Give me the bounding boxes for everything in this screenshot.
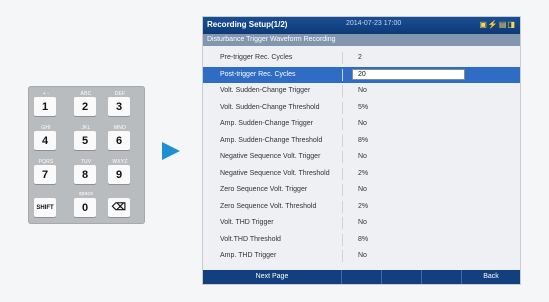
- column-divider: [342, 200, 343, 213]
- title-bar: Recording Setup(1/2) 2014-07-23 17:00 ▣⚡…: [203, 17, 520, 34]
- setting-row[interactable]: Volt.THD Threshold 8%: [203, 232, 520, 249]
- column-divider: [342, 85, 343, 97]
- column-divider: [342, 250, 343, 262]
- setting-row[interactable]: Amp. THD Trigger No: [203, 248, 520, 265]
- device-screen: Recording Setup(1/2) 2014-07-23 17:00 ▣⚡…: [203, 17, 520, 284]
- stage: + - ABC DEF 1 2 3 GHI JKL MNO 4 5 6 PQRS…: [0, 0, 549, 302]
- key-8[interactable]: 8: [74, 165, 96, 184]
- setting-row[interactable]: Amp. Sudden-Change Threshold 8%: [203, 133, 520, 150]
- softkey-blank-2[interactable]: [382, 270, 422, 284]
- setting-label: Amp. Sudden-Change Threshold: [220, 136, 323, 144]
- column-divider: [342, 118, 343, 130]
- softkey-blank-3[interactable]: [422, 270, 462, 284]
- setting-value: 8%: [358, 235, 369, 243]
- setting-label: Amp. THD Trigger: [220, 252, 277, 259]
- setting-label: Volt. THD Trigger: [220, 219, 274, 226]
- column-divider: [342, 233, 343, 246]
- column-divider: [342, 101, 343, 114]
- setting-label: Negative Sequence Volt. Threshold: [220, 169, 330, 177]
- status-icons: ▣⚡▤◨: [479, 20, 516, 29]
- column-divider: [342, 167, 343, 180]
- edit-value: 20: [358, 70, 366, 78]
- setting-label: Volt. Sudden-Change Threshold: [220, 103, 320, 111]
- softkey-bar: Next Page Back: [203, 270, 520, 284]
- setting-row[interactable]: Zero Sequence Volt. Trigger No: [203, 182, 520, 199]
- key-9[interactable]: 9: [108, 165, 130, 184]
- shift-key[interactable]: SHIFT: [34, 198, 56, 217]
- setting-value: 2%: [358, 169, 369, 177]
- column-divider: [342, 68, 343, 81]
- key-0[interactable]: 0: [74, 198, 96, 217]
- setting-value: 2: [358, 54, 362, 61]
- softkey-blank-1[interactable]: [342, 270, 382, 284]
- setting-value: 8%: [358, 136, 369, 144]
- column-divider: [342, 52, 343, 64]
- setting-value: No: [358, 87, 367, 94]
- column-divider: [342, 184, 343, 196]
- setting-value: No: [358, 252, 367, 259]
- key-3[interactable]: 3: [108, 97, 130, 116]
- setting-value: No: [358, 153, 367, 160]
- key-1[interactable]: 1: [34, 97, 56, 116]
- next-page-button[interactable]: Next Page: [203, 270, 342, 284]
- clock: 2014-07-23 17:00: [346, 20, 402, 27]
- setting-row-selected[interactable]: Post-trigger Rec. Cycles 20: [203, 66, 520, 83]
- backspace-key[interactable]: ⌫: [108, 198, 130, 217]
- column-divider: [342, 151, 343, 163]
- column-divider: [342, 217, 343, 229]
- setting-row[interactable]: Zero Sequence Volt. Threshold 2%: [203, 199, 520, 216]
- back-button[interactable]: Back: [462, 270, 520, 284]
- setting-value: 5%: [358, 103, 369, 111]
- setting-label: Post-trigger Rec. Cycles: [220, 70, 296, 78]
- key-4[interactable]: 4: [34, 131, 56, 150]
- setting-row[interactable]: Amp. Sudden-Change Trigger No: [203, 116, 520, 133]
- setting-row[interactable]: Pre-trigger Rec. Cycles 2: [203, 50, 520, 67]
- setting-row[interactable]: Negative Sequence Volt. Threshold 2%: [203, 166, 520, 183]
- arrow-right-icon: [162, 142, 180, 160]
- subtitle-bar: Disturbance Trigger Waveform Recording: [203, 34, 520, 46]
- setting-label: Negative Sequence Volt. Trigger: [220, 153, 321, 160]
- setting-label: Amp. Sudden-Change Trigger: [220, 120, 313, 127]
- setting-value: 2%: [358, 202, 369, 210]
- setting-label: Zero Sequence Volt. Trigger: [220, 186, 308, 193]
- setting-label: Volt. Sudden-Change Trigger: [220, 87, 311, 94]
- column-divider: [342, 134, 343, 147]
- value-edit-field[interactable]: 20: [352, 68, 465, 80]
- key-6[interactable]: 6: [108, 131, 130, 150]
- key-7[interactable]: 7: [34, 165, 56, 184]
- setting-value: No: [358, 186, 367, 193]
- key-2[interactable]: 2: [74, 97, 96, 116]
- setting-row[interactable]: Volt. Sudden-Change Trigger No: [203, 83, 520, 100]
- settings-list: Pre-trigger Rec. Cycles 2 Post-trigger R…: [203, 50, 520, 265]
- setting-row[interactable]: Negative Sequence Volt. Trigger No: [203, 149, 520, 166]
- setting-label: Volt.THD Threshold: [220, 235, 281, 243]
- setting-label: Pre-trigger Rec. Cycles: [220, 54, 293, 61]
- setting-label: Zero Sequence Volt. Threshold: [220, 202, 317, 210]
- setting-row[interactable]: Volt. THD Trigger No: [203, 215, 520, 232]
- setting-row[interactable]: Volt. Sudden-Change Threshold 5%: [203, 100, 520, 117]
- backspace-icon: ⌫: [111, 202, 127, 213]
- keypad: + - ABC DEF 1 2 3 GHI JKL MNO 4 5 6 PQRS…: [28, 86, 145, 224]
- key-0-sublabel: space: [78, 191, 94, 197]
- setting-value: No: [358, 120, 367, 127]
- key-5[interactable]: 5: [74, 131, 96, 150]
- setting-value: No: [358, 219, 367, 226]
- screen-title: Recording Setup(1/2): [207, 20, 288, 29]
